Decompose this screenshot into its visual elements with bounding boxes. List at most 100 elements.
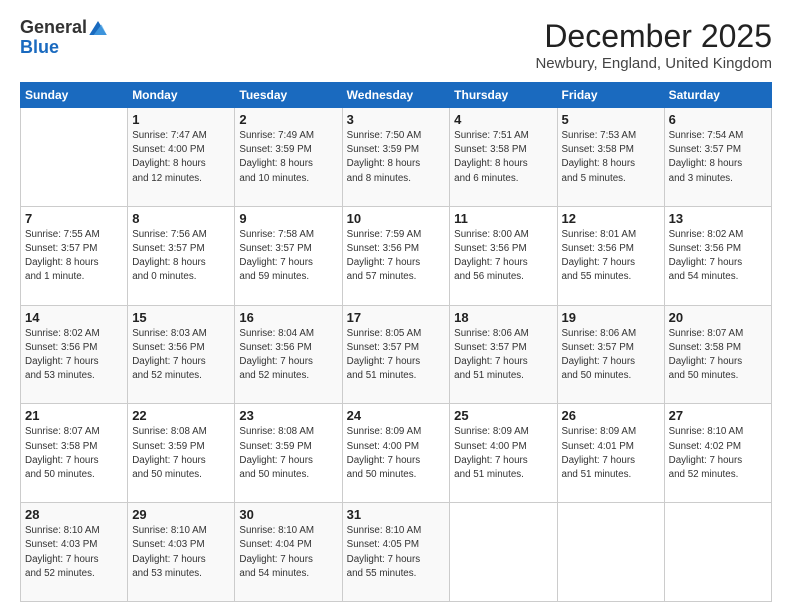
calendar-cell: 5 Sunrise: 7:53 AMSunset: 3:58 PMDaylight…: [557, 108, 664, 207]
header: General Blue December 2025 Newbury, Engl…: [20, 18, 772, 72]
calendar-cell: 21Sunrise: 8:07 AMSunset: 3:58 PMDayligh…: [21, 404, 128, 503]
calendar-cell: 10 Sunrise: 7:59 AMSunset: 3:56 PMDayligh…: [342, 206, 450, 305]
calendar-cell: 12 Sunrise: 8:01 AMSunset: 3:56 PMDayligh…: [557, 206, 664, 305]
calendar-week-row: 7Sunrise: 7:55 AMSunset: 3:57 PMDaylight…: [21, 206, 772, 305]
calendar-cell: 9 Sunrise: 7:58 AMSunset: 3:57 PMDaylight…: [235, 206, 342, 305]
day-number: 25: [454, 408, 552, 423]
calendar-cell: 17Sunrise: 8:05 AMSunset: 3:57 PMDayligh…: [342, 305, 450, 404]
day-info: Sunrise: 8:08 AMSunset: 3:59 PMDaylight:…: [132, 425, 230, 482]
day-number: 12: [562, 211, 660, 226]
weekday-header: Wednesday: [342, 83, 450, 108]
day-number: 4: [454, 112, 552, 127]
calendar-cell: 1Sunrise: 7:47 AMSunset: 4:00 PMDaylight…: [128, 108, 235, 207]
calendar-cell: 16 Sunrise: 8:04 AMSunset: 3:56 PMDayligh…: [235, 305, 342, 404]
weekday-header: Monday: [128, 83, 235, 108]
day-number: 29: [132, 507, 230, 522]
calendar-cell: 4Sunrise: 7:51 AMSunset: 3:58 PMDaylight…: [450, 108, 557, 207]
month-year: December 2025: [535, 18, 772, 55]
day-number: 19: [562, 310, 660, 325]
calendar-week-row: 1Sunrise: 7:47 AMSunset: 4:00 PMDaylight…: [21, 108, 772, 207]
day-number: 8: [132, 211, 230, 226]
day-number: 15: [132, 310, 230, 325]
logo-general: General: [20, 18, 87, 38]
day-info: Sunrise: 8:07 AMSunset: 3:58 PMDaylight:…: [669, 327, 767, 384]
day-info: Sunrise: 7:49 AMSunset: 3:59 PMDaylight:…: [239, 129, 337, 186]
calendar-cell: 28Sunrise: 8:10 AMSunset: 4:03 PMDayligh…: [21, 503, 128, 602]
calendar-cell: 26Sunrise: 8:09 AMSunset: 4:01 PMDayligh…: [557, 404, 664, 503]
calendar-cell: 6 Sunrise: 7:54 AMSunset: 3:57 PMDaylight…: [664, 108, 771, 207]
day-number: 31: [347, 507, 446, 522]
calendar-cell: 27 Sunrise: 8:10 AMSunset: 4:02 PMDayligh…: [664, 404, 771, 503]
day-info: Sunrise: 8:06 AMSunset: 3:57 PMDaylight:…: [454, 327, 552, 384]
calendar-week-row: 14Sunrise: 8:02 AMSunset: 3:56 PMDayligh…: [21, 305, 772, 404]
day-info: Sunrise: 7:53 AMSunset: 3:58 PMDaylight:…: [562, 129, 660, 186]
day-number: 24: [347, 408, 446, 423]
calendar-header-row: SundayMondayTuesdayWednesdayThursdayFrid…: [21, 83, 772, 108]
day-info: Sunrise: 8:10 AMSunset: 4:02 PMDaylight:…: [669, 425, 767, 482]
calendar-table: SundayMondayTuesdayWednesdayThursdayFrid…: [20, 82, 772, 602]
calendar-cell: 29Sunrise: 8:10 AMSunset: 4:03 PMDayligh…: [128, 503, 235, 602]
day-info: Sunrise: 8:10 AMSunset: 4:04 PMDaylight:…: [239, 524, 337, 581]
calendar-cell: 22 Sunrise: 8:08 AMSunset: 3:59 PMDayligh…: [128, 404, 235, 503]
logo-icon: [89, 21, 107, 35]
day-number: 2: [239, 112, 337, 127]
day-number: 23: [239, 408, 337, 423]
day-info: Sunrise: 8:06 AMSunset: 3:57 PMDaylight:…: [562, 327, 660, 384]
day-info: Sunrise: 8:04 AMSunset: 3:56 PMDaylight:…: [239, 327, 337, 384]
day-info: Sunrise: 7:59 AMSunset: 3:56 PMDaylight:…: [347, 228, 446, 285]
weekday-header: Friday: [557, 83, 664, 108]
day-number: 27: [669, 408, 767, 423]
calendar-cell: 7Sunrise: 7:55 AMSunset: 3:57 PMDaylight…: [21, 206, 128, 305]
calendar-cell: [664, 503, 771, 602]
weekday-header: Thursday: [450, 83, 557, 108]
day-info: Sunrise: 8:00 AMSunset: 3:56 PMDaylight:…: [454, 228, 552, 285]
calendar-cell: 31 Sunrise: 8:10 AMSunset: 4:05 PMDayligh…: [342, 503, 450, 602]
day-number: 21: [25, 408, 123, 423]
day-number: 5: [562, 112, 660, 127]
day-info: Sunrise: 7:58 AMSunset: 3:57 PMDaylight:…: [239, 228, 337, 285]
day-number: 11: [454, 211, 552, 226]
day-info: Sunrise: 8:09 AMSunset: 4:00 PMDaylight:…: [347, 425, 446, 482]
calendar-cell: 30 Sunrise: 8:10 AMSunset: 4:04 PMDayligh…: [235, 503, 342, 602]
location: Newbury, England, United Kingdom: [535, 55, 772, 72]
day-info: Sunrise: 7:56 AMSunset: 3:57 PMDaylight:…: [132, 228, 230, 285]
calendar-cell: 14Sunrise: 8:02 AMSunset: 3:56 PMDayligh…: [21, 305, 128, 404]
day-number: 7: [25, 211, 123, 226]
day-number: 30: [239, 507, 337, 522]
day-number: 6: [669, 112, 767, 127]
calendar-cell: 13Sunrise: 8:02 AMSunset: 3:56 PMDayligh…: [664, 206, 771, 305]
calendar-cell: 25Sunrise: 8:09 AMSunset: 4:00 PMDayligh…: [450, 404, 557, 503]
day-info: Sunrise: 7:50 AMSunset: 3:59 PMDaylight:…: [347, 129, 446, 186]
calendar-cell: 8 Sunrise: 7:56 AMSunset: 3:57 PMDaylight…: [128, 206, 235, 305]
day-info: Sunrise: 8:09 AMSunset: 4:01 PMDaylight:…: [562, 425, 660, 482]
calendar-cell: 15Sunrise: 8:03 AMSunset: 3:56 PMDayligh…: [128, 305, 235, 404]
day-number: 9: [239, 211, 337, 226]
day-info: Sunrise: 8:10 AMSunset: 4:05 PMDaylight:…: [347, 524, 446, 581]
day-number: 20: [669, 310, 767, 325]
day-info: Sunrise: 7:47 AMSunset: 4:00 PMDaylight:…: [132, 129, 230, 186]
day-info: Sunrise: 8:01 AMSunset: 3:56 PMDaylight:…: [562, 228, 660, 285]
calendar-week-row: 21Sunrise: 8:07 AMSunset: 3:58 PMDayligh…: [21, 404, 772, 503]
day-number: 28: [25, 507, 123, 522]
day-number: 17: [347, 310, 446, 325]
day-number: 22: [132, 408, 230, 423]
calendar-week-row: 28Sunrise: 8:10 AMSunset: 4:03 PMDayligh…: [21, 503, 772, 602]
calendar-cell: 2 Sunrise: 7:49 AMSunset: 3:59 PMDaylight…: [235, 108, 342, 207]
calendar-cell: 24 Sunrise: 8:09 AMSunset: 4:00 PMDayligh…: [342, 404, 450, 503]
page: General Blue December 2025 Newbury, Engl…: [0, 0, 792, 612]
calendar-cell: 23Sunrise: 8:08 AMSunset: 3:59 PMDayligh…: [235, 404, 342, 503]
day-info: Sunrise: 7:54 AMSunset: 3:57 PMDaylight:…: [669, 129, 767, 186]
day-number: 16: [239, 310, 337, 325]
logo-blue: Blue: [20, 38, 59, 58]
logo: General Blue: [20, 18, 107, 58]
title-block: December 2025 Newbury, England, United K…: [535, 18, 772, 72]
calendar-cell: 11 Sunrise: 8:00 AMSunset: 3:56 PMDayligh…: [450, 206, 557, 305]
calendar-cell: 3Sunrise: 7:50 AMSunset: 3:59 PMDaylight…: [342, 108, 450, 207]
day-number: 10: [347, 211, 446, 226]
calendar-cell: 20 Sunrise: 8:07 AMSunset: 3:58 PMDayligh…: [664, 305, 771, 404]
calendar-cell: [21, 108, 128, 207]
day-number: 18: [454, 310, 552, 325]
calendar-cell: 19 Sunrise: 8:06 AMSunset: 3:57 PMDayligh…: [557, 305, 664, 404]
calendar-cell: [450, 503, 557, 602]
day-info: Sunrise: 8:02 AMSunset: 3:56 PMDaylight:…: [25, 327, 123, 384]
